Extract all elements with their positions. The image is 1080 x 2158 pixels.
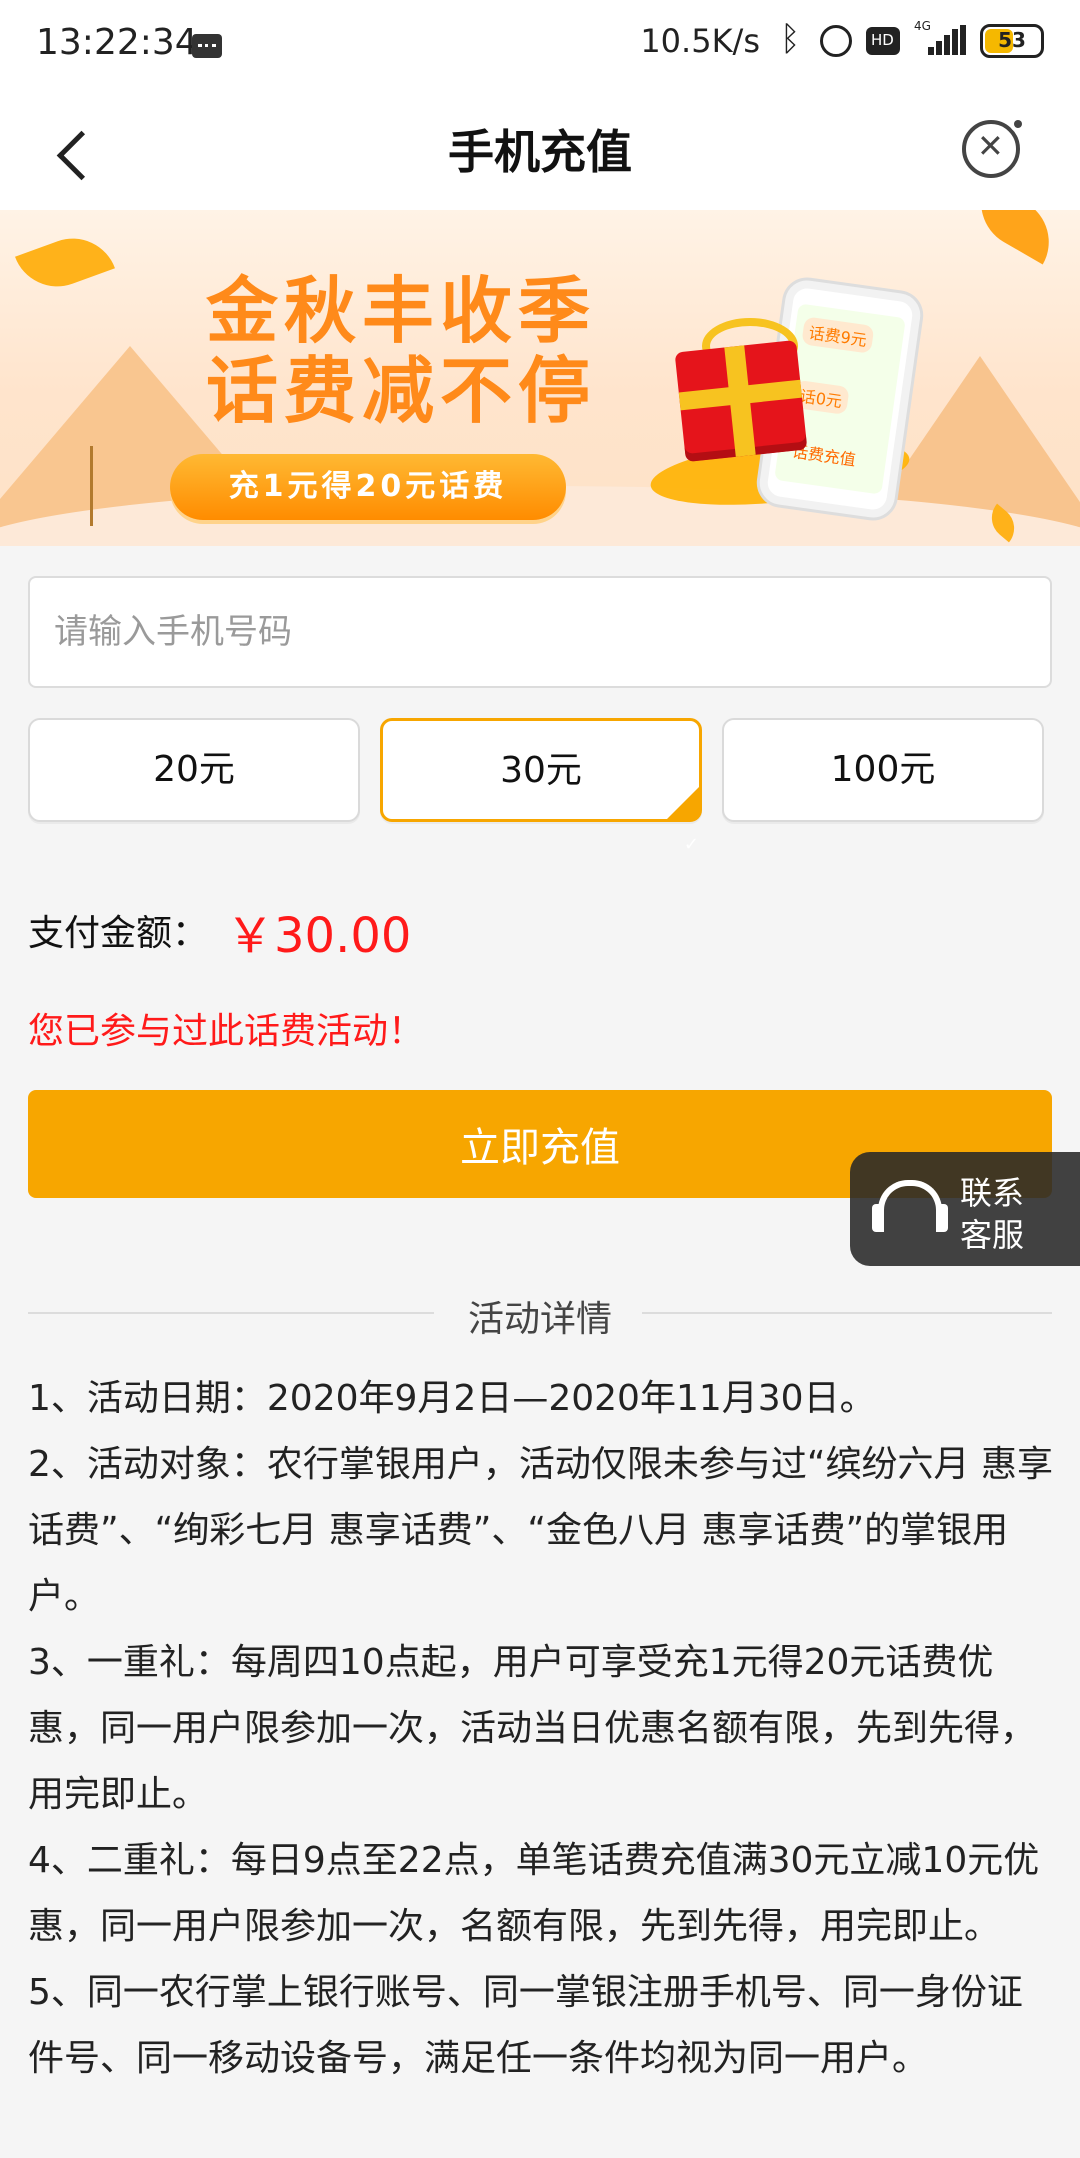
battery-icon: 53: [980, 24, 1044, 58]
activity-rules: 1、活动日期：2020年9月2日—2020年11月30日。 2、活动对象：农行掌…: [28, 1366, 1058, 2092]
pay-amount-label: 支付金额：: [28, 913, 209, 954]
leaf-icon: [964, 210, 1066, 265]
phone-number-input[interactable]: [28, 576, 1052, 688]
details-heading: 活动详情: [467, 1299, 612, 1340]
rule-item: 1、活动日期：2020年9月2日—2020年11月30日。: [28, 1378, 876, 1419]
message-icon: [192, 34, 222, 58]
pay-amount-value: ￥30.00: [226, 908, 412, 964]
status-indicators: 10.5K/s 4G 53: [640, 19, 1044, 60]
customer-service-label: 客服: [960, 1216, 1025, 1254]
status-bar: 13:22:34 10.5K/s 4G 53: [0, 0, 1080, 96]
divider-line: [642, 1312, 1052, 1314]
amount-option-label: 100元: [830, 749, 936, 790]
promo-pill: 充1元得20元话费: [170, 454, 566, 520]
signal-icon: 4G: [914, 19, 966, 57]
banner-slogan-2: 话费减不停: [206, 348, 597, 433]
status-time: 13:22:34: [36, 22, 198, 63]
page-title: 手机充值: [448, 125, 632, 179]
rule-item: 5、同一农行掌上银行账号、同一掌银注册手机号、同一身份证件号、同一移动设备号，满…: [28, 1972, 1023, 2079]
headset-icon: [872, 1180, 948, 1232]
customer-service-button[interactable]: 联系 客服: [850, 1152, 1080, 1266]
amount-option-30[interactable]: 30元: [380, 718, 702, 895]
battery-level: 53: [998, 28, 1026, 52]
rule-item: 2、活动对象：农行掌银用户，活动仅限未参与过“缤纷六月 惠享话费”、“绚彩七月 …: [28, 1444, 1053, 1617]
selected-check-icon: [665, 785, 701, 895]
amount-option-100[interactable]: 100元: [722, 718, 1044, 822]
rule-item: 3、一重礼：每周四10点起，用户可享受充1元得20元话费优惠，同一用户限参加一次…: [28, 1642, 1037, 1815]
signal-label: 4G: [914, 19, 931, 33]
leaf-icon: [15, 225, 115, 300]
participation-notice: 您已参与过此话费活动！: [28, 1011, 425, 1052]
details-divider: 活动详情: [28, 1290, 1052, 1340]
amount-option-label: 30元: [500, 750, 582, 791]
rule-item: 4、二重礼：每日9点至22点，单笔话费充值满30元立减10元优惠，同一用户限参加…: [28, 1840, 1040, 1947]
nav-bar: 手机充值: [0, 96, 1080, 210]
bluetooth-icon: [774, 19, 806, 59]
amount-option-label: 20元: [153, 749, 235, 790]
hd-icon: [866, 27, 900, 55]
wheat-icon: [90, 446, 113, 526]
amount-option-20[interactable]: 20元: [28, 718, 360, 822]
gift-box-icon: [674, 339, 808, 463]
alarm-icon: [820, 25, 852, 57]
close-icon[interactable]: [962, 120, 1022, 178]
network-speed: 10.5K/s: [640, 22, 760, 60]
promo-banner[interactable]: 金秋丰收季 话费减不停 充1元得20元话费 话费9元 话0元 话费充值: [0, 210, 1080, 546]
customer-service-label: 联系: [960, 1174, 1025, 1212]
